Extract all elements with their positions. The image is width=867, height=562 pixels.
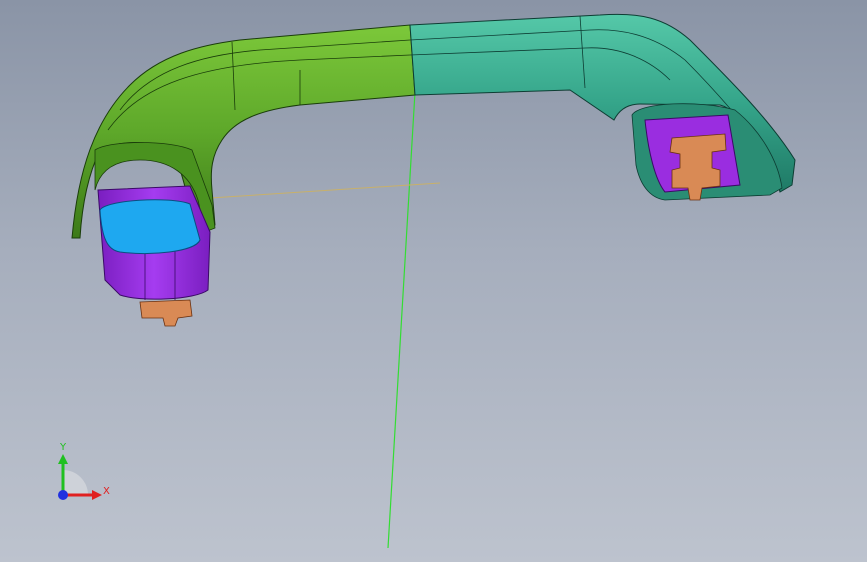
z-axis-dot-icon: [58, 490, 68, 500]
x-axis-label: X: [103, 486, 110, 497]
3d-viewport[interactable]: Y X: [0, 0, 867, 562]
left-metal-clip: [139, 299, 193, 327]
left-clip[interactable]: [97, 185, 211, 327]
coordinate-triad: Y X: [48, 440, 118, 510]
y-axis-label: Y: [60, 442, 67, 453]
vertical-axis-line: [387, 91, 416, 549]
left-clip-cap: [99, 199, 201, 254]
model-scene[interactable]: [0, 0, 867, 562]
horizontal-axis-line: [209, 182, 441, 199]
